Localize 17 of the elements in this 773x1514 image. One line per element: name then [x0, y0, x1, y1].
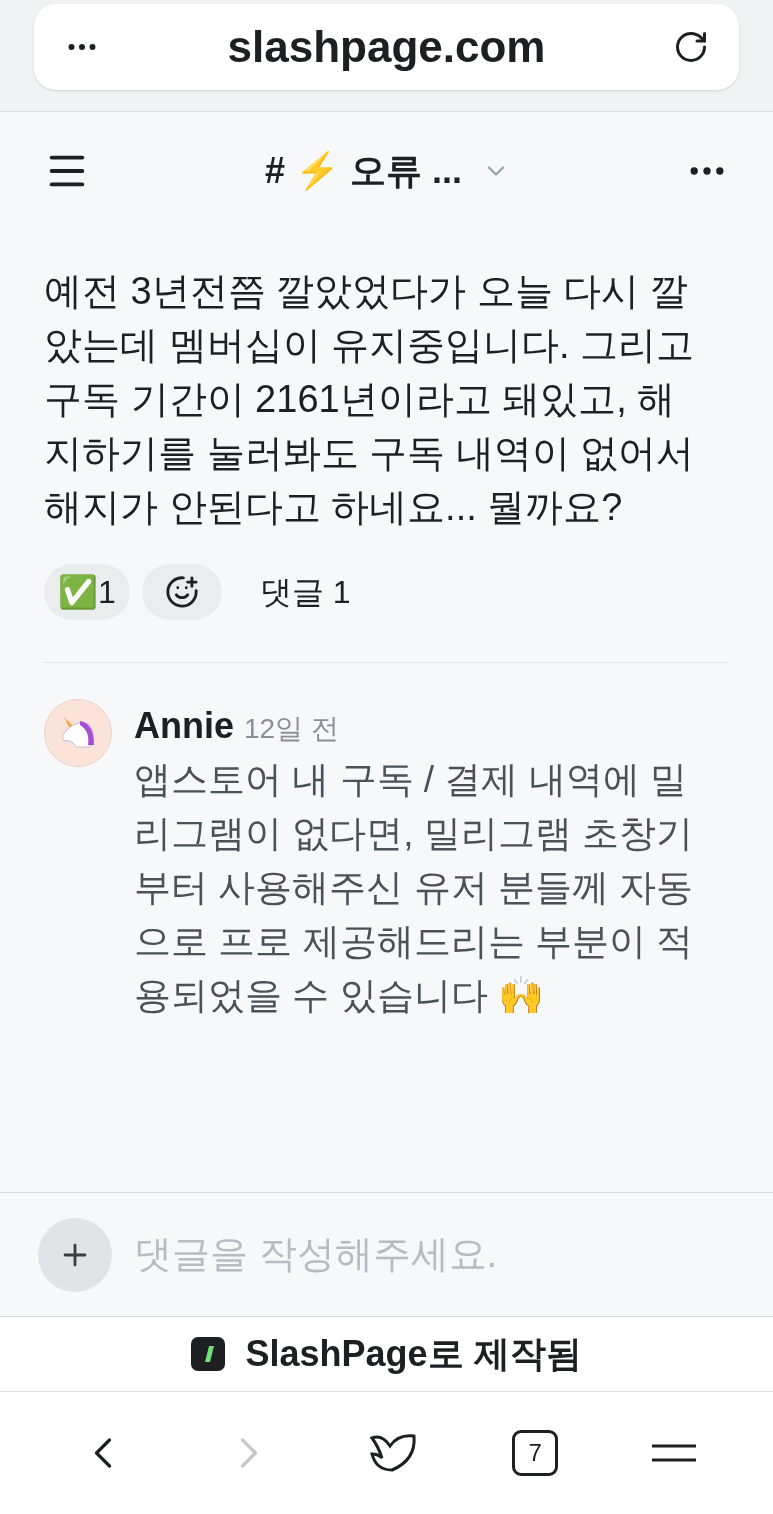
bird-icon[interactable]: [368, 1432, 419, 1474]
add-reaction-button[interactable]: [141, 564, 222, 620]
comment-time: 12일 전: [244, 712, 339, 746]
comment-text: 앱스토어 내 구독 / 결제 내역에 밀리그램이 없다면, 밀리그램 초창기부터 사용해주신 유저 분들께 자동으로 프로 제공해드리는 부분이 적용되었을 수 있습니다 🙌: [134, 758, 695, 1018]
page-title[interactable]: # ⚡ 오류 ...: [264, 144, 462, 198]
smile-plus-icon: [164, 575, 199, 609]
reaction-chip[interactable]: ✅1: [44, 564, 130, 620]
comment-count[interactable]: 댓글 1: [259, 568, 351, 616]
reload-icon[interactable]: [673, 29, 709, 65]
comment-author[interactable]: Annie: [134, 699, 234, 753]
url-text: slashpage.com: [226, 21, 547, 73]
slashpage-logo-icon: [191, 1337, 226, 1371]
menu-icon[interactable]: [652, 1443, 697, 1463]
tab-count-button[interactable]: 7: [512, 1430, 559, 1476]
address-bar[interactable]: slashpage.com: [34, 4, 739, 90]
comment-input[interactable]: 댓글을 작성해주세요.: [134, 1226, 735, 1283]
post-body: 예전 3년전쯤 깔았었다가 오늘 다시 깔았는데 멤버십이 유지중입니다. 그리고 구독 기간이 2161년이라고 돼있고, 해지하기를 눌러봐도 구독 내역이 없어서 해지가 안된다고 하네요... 뭘까요?: [44, 269, 696, 530]
